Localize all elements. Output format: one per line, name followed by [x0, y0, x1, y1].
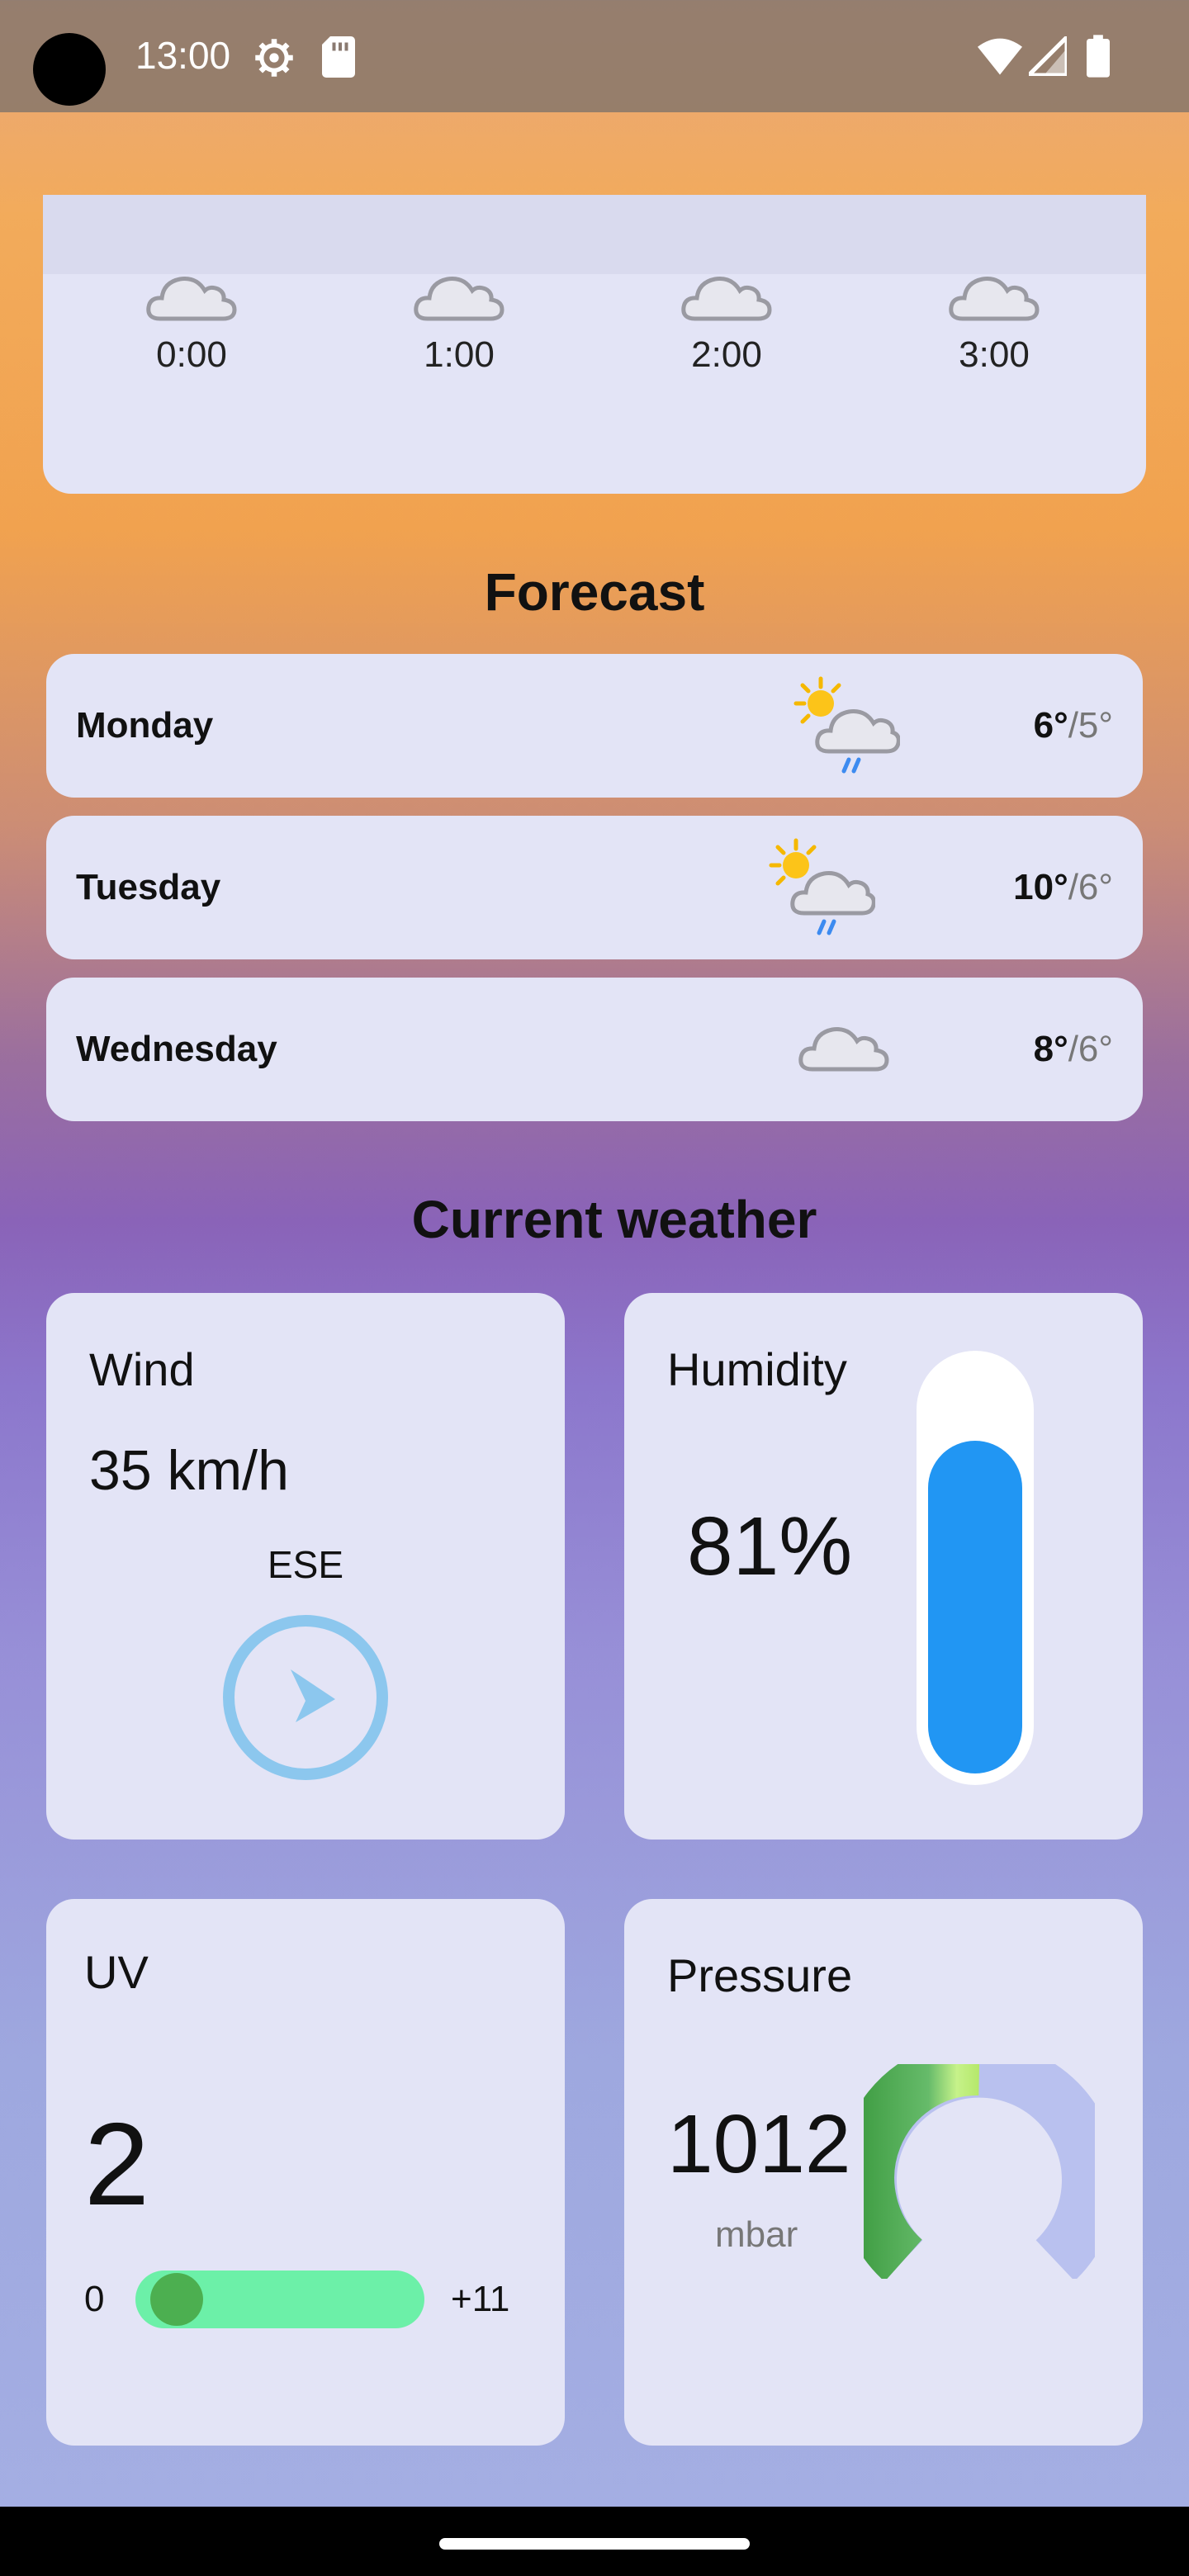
wind-speed: 35 km/h — [89, 1439, 289, 1502]
forecast-title: Forecast — [484, 562, 705, 622]
forecast-temps: 8°/6° — [1034, 1029, 1113, 1070]
uv-level-indicator — [150, 2273, 203, 2326]
pressure-value: 1012 — [667, 2098, 851, 2190]
uv-card[interactable]: UV 2 0 +11 — [46, 1899, 565, 2446]
forecast-day-label: Tuesday — [76, 867, 221, 907]
wifi-icon — [978, 38, 1022, 75]
cloud-icon — [681, 277, 772, 321]
pressure-card[interactable]: Pressure 1012 mbar — [624, 1899, 1143, 2446]
cloud-icon — [949, 277, 1040, 321]
cell-signal-icon — [1029, 36, 1067, 76]
forecast-temps: 10°/6° — [1013, 867, 1113, 908]
forecast-row-tuesday[interactable]: Tuesday 10°/6° — [46, 816, 1143, 959]
hour-time-label: 1:00 — [424, 334, 495, 375]
hour-item[interactable]: 1:00 — [385, 264, 533, 376]
cloud-icon — [146, 277, 237, 321]
battery-icon — [1087, 35, 1110, 78]
forecast-high-temp: 8° — [1033, 1029, 1068, 1069]
uv-scale-min: 0 — [84, 2279, 105, 2319]
cloud-icon — [414, 277, 504, 321]
humidity-value: 81% — [687, 1500, 853, 1593]
hourly-card-header — [43, 195, 1146, 274]
uv-scale-max: +11 — [451, 2279, 510, 2319]
hour-item[interactable]: 3:00 — [920, 264, 1068, 376]
uv-label: UV — [84, 1946, 149, 1998]
forecast-day-label: Wednesday — [76, 1029, 277, 1069]
sun-cloud-rain-icon — [769, 838, 875, 935]
humidity-label: Humidity — [667, 1343, 847, 1395]
forecast-row-wednesday[interactable]: Wednesday 8°/6° — [46, 978, 1143, 1121]
status-time: 13:00 — [135, 34, 231, 77]
sun-cloud-rain-icon — [793, 676, 900, 774]
humidity-card[interactable]: Humidity 81% — [624, 1293, 1143, 1840]
humidity-gauge-fill — [928, 1441, 1022, 1773]
hour-item[interactable]: 2:00 — [652, 264, 801, 376]
hour-time-label: 3:00 — [959, 334, 1030, 375]
forecast-high-temp: 10° — [1013, 867, 1068, 907]
forecast-row-monday[interactable]: Monday 6°/5° — [46, 654, 1143, 798]
wind-direction: ESE — [267, 1543, 344, 1586]
pressure-unit: mbar — [715, 2214, 798, 2255]
forecast-day-label: Monday — [76, 705, 214, 746]
camera-cutout — [33, 33, 106, 106]
uv-scale-bar — [135, 2271, 424, 2328]
wind-label: Wind — [89, 1343, 195, 1395]
settings-gear-icon — [255, 39, 293, 77]
forecast-temps: 6°/5° — [1034, 705, 1113, 746]
hour-time-label: 2:00 — [691, 334, 762, 375]
cloud-icon — [798, 1027, 889, 1072]
home-gesture-handle[interactable] — [439, 2538, 750, 2550]
sd-card-icon — [322, 36, 355, 78]
hour-time-label: 0:00 — [156, 334, 227, 375]
current-weather-title: Current weather — [411, 1190, 817, 1249]
forecast-low-temp: /6° — [1068, 867, 1113, 907]
forecast-high-temp: 6° — [1033, 705, 1068, 746]
forecast-low-temp: /5° — [1068, 705, 1113, 746]
wind-direction-arrow-icon — [223, 1615, 388, 1780]
uv-value: 2 — [84, 2099, 149, 2230]
hour-item[interactable]: 0:00 — [117, 264, 266, 376]
wind-card[interactable]: Wind 35 km/h ESE — [46, 1293, 565, 1840]
pressure-label: Pressure — [667, 1949, 853, 2001]
forecast-low-temp: /6° — [1068, 1029, 1113, 1069]
humidity-gauge — [917, 1351, 1034, 1785]
pressure-gauge — [864, 2064, 1095, 2279]
